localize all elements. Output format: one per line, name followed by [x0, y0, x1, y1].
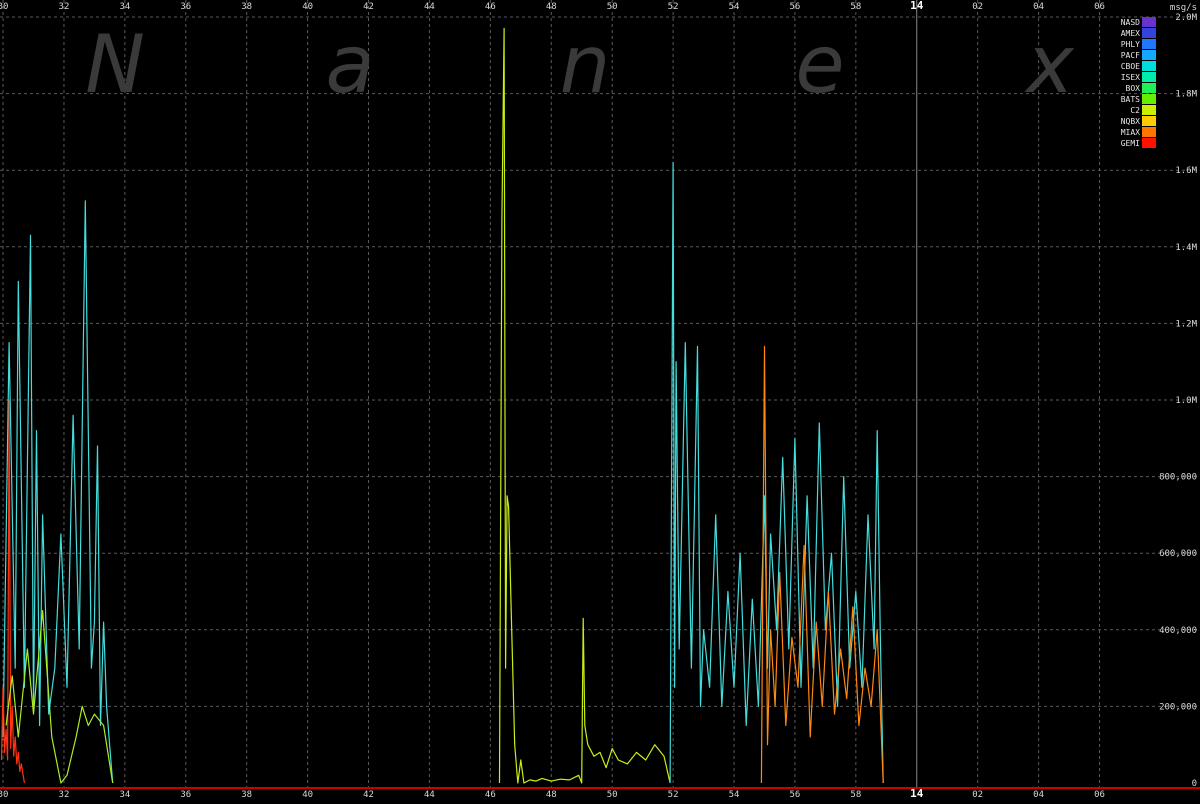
x-tick-label: 34: [119, 790, 130, 800]
x-tick-label: 44: [424, 2, 435, 12]
x-tick-label: 14: [910, 0, 924, 12]
x-tick-label: 50: [607, 2, 618, 12]
x-tick-label: 46: [485, 2, 496, 12]
y-tick-label: 1.0M: [1175, 396, 1197, 406]
grid: [0, 0, 1200, 788]
x-tick-label: 44: [424, 790, 435, 800]
x-tick-label: 54: [729, 2, 740, 12]
legend-label: PACF: [1121, 51, 1140, 60]
series-line-4: [669, 161, 884, 784]
legend-label: GEMI: [1121, 139, 1140, 148]
x-tick-label: 14: [910, 787, 924, 800]
x-tick-label: 42: [363, 2, 374, 12]
x-tick-label: 58: [850, 790, 861, 800]
x-tick-label: 54: [729, 790, 740, 800]
x-tick-label: 06: [1094, 2, 1105, 12]
x-tick-label: 38: [241, 2, 252, 12]
x-tick-label: 50: [607, 790, 618, 800]
watermark-letter: a: [325, 18, 374, 111]
legend-label: MIAX: [1121, 128, 1140, 137]
legend-label: NASD: [1121, 18, 1140, 27]
series-group: [0, 27, 884, 784]
x-tick-label: 38: [241, 790, 252, 800]
x-tick-label: 30: [0, 790, 8, 800]
chart-canvas: Na n e x 30 30 32 32 34 34 36 36 38 38 40 40 42 42 44 44 46…: [0, 0, 1200, 800]
y-tick-label: 800,000: [1159, 473, 1197, 483]
legend-label: NQBX: [1121, 117, 1140, 126]
watermark-letter: N: [85, 18, 145, 111]
x-tick-label: 40: [302, 790, 313, 800]
series-line-0: [2, 200, 114, 784]
legend-label: CBOE: [1121, 62, 1140, 71]
x-tick-label: 30: [0, 2, 8, 12]
watermark: Na n e x: [85, 18, 1075, 111]
y-tick-label: 1.6M: [1175, 166, 1197, 176]
legend-swatch: [1142, 83, 1156, 93]
x-tick-label: 02: [972, 2, 983, 12]
legend-swatch: [1142, 28, 1156, 38]
series-line-3: [498, 27, 671, 784]
y-axis-unit-label: msg/s: [1170, 3, 1197, 13]
x-tick-label: 52: [668, 790, 679, 800]
y-tick-label: 1.4M: [1175, 243, 1197, 253]
x-tick-label: 58: [850, 2, 861, 12]
legend-swatch: [1142, 116, 1156, 126]
x-tick-label: 34: [119, 2, 130, 12]
legend-swatch: [1142, 72, 1156, 82]
y-tick-label: 2.0M: [1175, 13, 1197, 23]
x-tick-label: 48: [546, 2, 557, 12]
series-line-2: [5, 609, 114, 784]
legend-label: C2: [1130, 106, 1140, 115]
x-tick-label: 52: [668, 2, 679, 12]
legend-swatch: [1142, 105, 1156, 115]
x-tick-label: 40: [302, 2, 313, 12]
legend-label: ISEX: [1121, 73, 1140, 82]
x-tick-label: 48: [546, 790, 557, 800]
trading-volume-chart: Na n e x 30 30 32 32 34 34 36 36 38 38 40 40 42 42 44 44 46…: [0, 0, 1200, 800]
x-tick-label: 04: [1033, 2, 1044, 12]
y-tick-label: 1.2M: [1175, 319, 1197, 329]
legend-swatch: [1142, 39, 1156, 49]
y-tick-label: 400,000: [1159, 626, 1197, 636]
y-tick-label: 0: [1192, 779, 1197, 789]
series-line-5: [760, 345, 884, 784]
watermark-letter: e: [795, 18, 844, 111]
legend: NASD AMEX PHLY PACF CBOE ISEX BOX BATS C2 NQBX MIA…: [1121, 17, 1156, 148]
x-tick-label: 56: [790, 2, 801, 12]
x-tick-label: 42: [363, 790, 374, 800]
legend-label: AMEX: [1121, 29, 1140, 38]
x-tick-label: 04: [1033, 790, 1044, 800]
legend-label: BATS: [1121, 95, 1140, 104]
x-tick-label: 02: [972, 790, 983, 800]
legend-label: BOX: [1126, 84, 1141, 93]
legend-swatch: [1142, 61, 1156, 71]
x-tick-label: 06: [1094, 790, 1105, 800]
y-tick-label: 1.8M: [1175, 90, 1197, 100]
legend-swatch: [1142, 17, 1156, 27]
x-tick-label: 36: [180, 2, 191, 12]
tick-labels: 30 30 32 32 34 34 36 36 38 38 40 40 42 42 44 44 46 46 48 48…: [0, 0, 1198, 800]
legend-swatch: [1142, 138, 1156, 148]
watermark-letter: n: [560, 18, 611, 111]
x-tick-label: 56: [790, 790, 801, 800]
y-tick-label: 200,000: [1159, 702, 1197, 712]
legend-swatch: [1142, 94, 1156, 104]
legend-swatch: [1142, 127, 1156, 137]
x-tick-label: 46: [485, 790, 496, 800]
x-tick-label: 32: [59, 2, 70, 12]
legend-swatch: [1142, 50, 1156, 60]
watermark-letter: x: [1023, 18, 1075, 111]
legend-label: PHLY: [1121, 40, 1140, 49]
x-tick-label: 36: [180, 790, 191, 800]
y-tick-label: 600,000: [1159, 549, 1197, 559]
x-tick-label: 32: [59, 790, 70, 800]
